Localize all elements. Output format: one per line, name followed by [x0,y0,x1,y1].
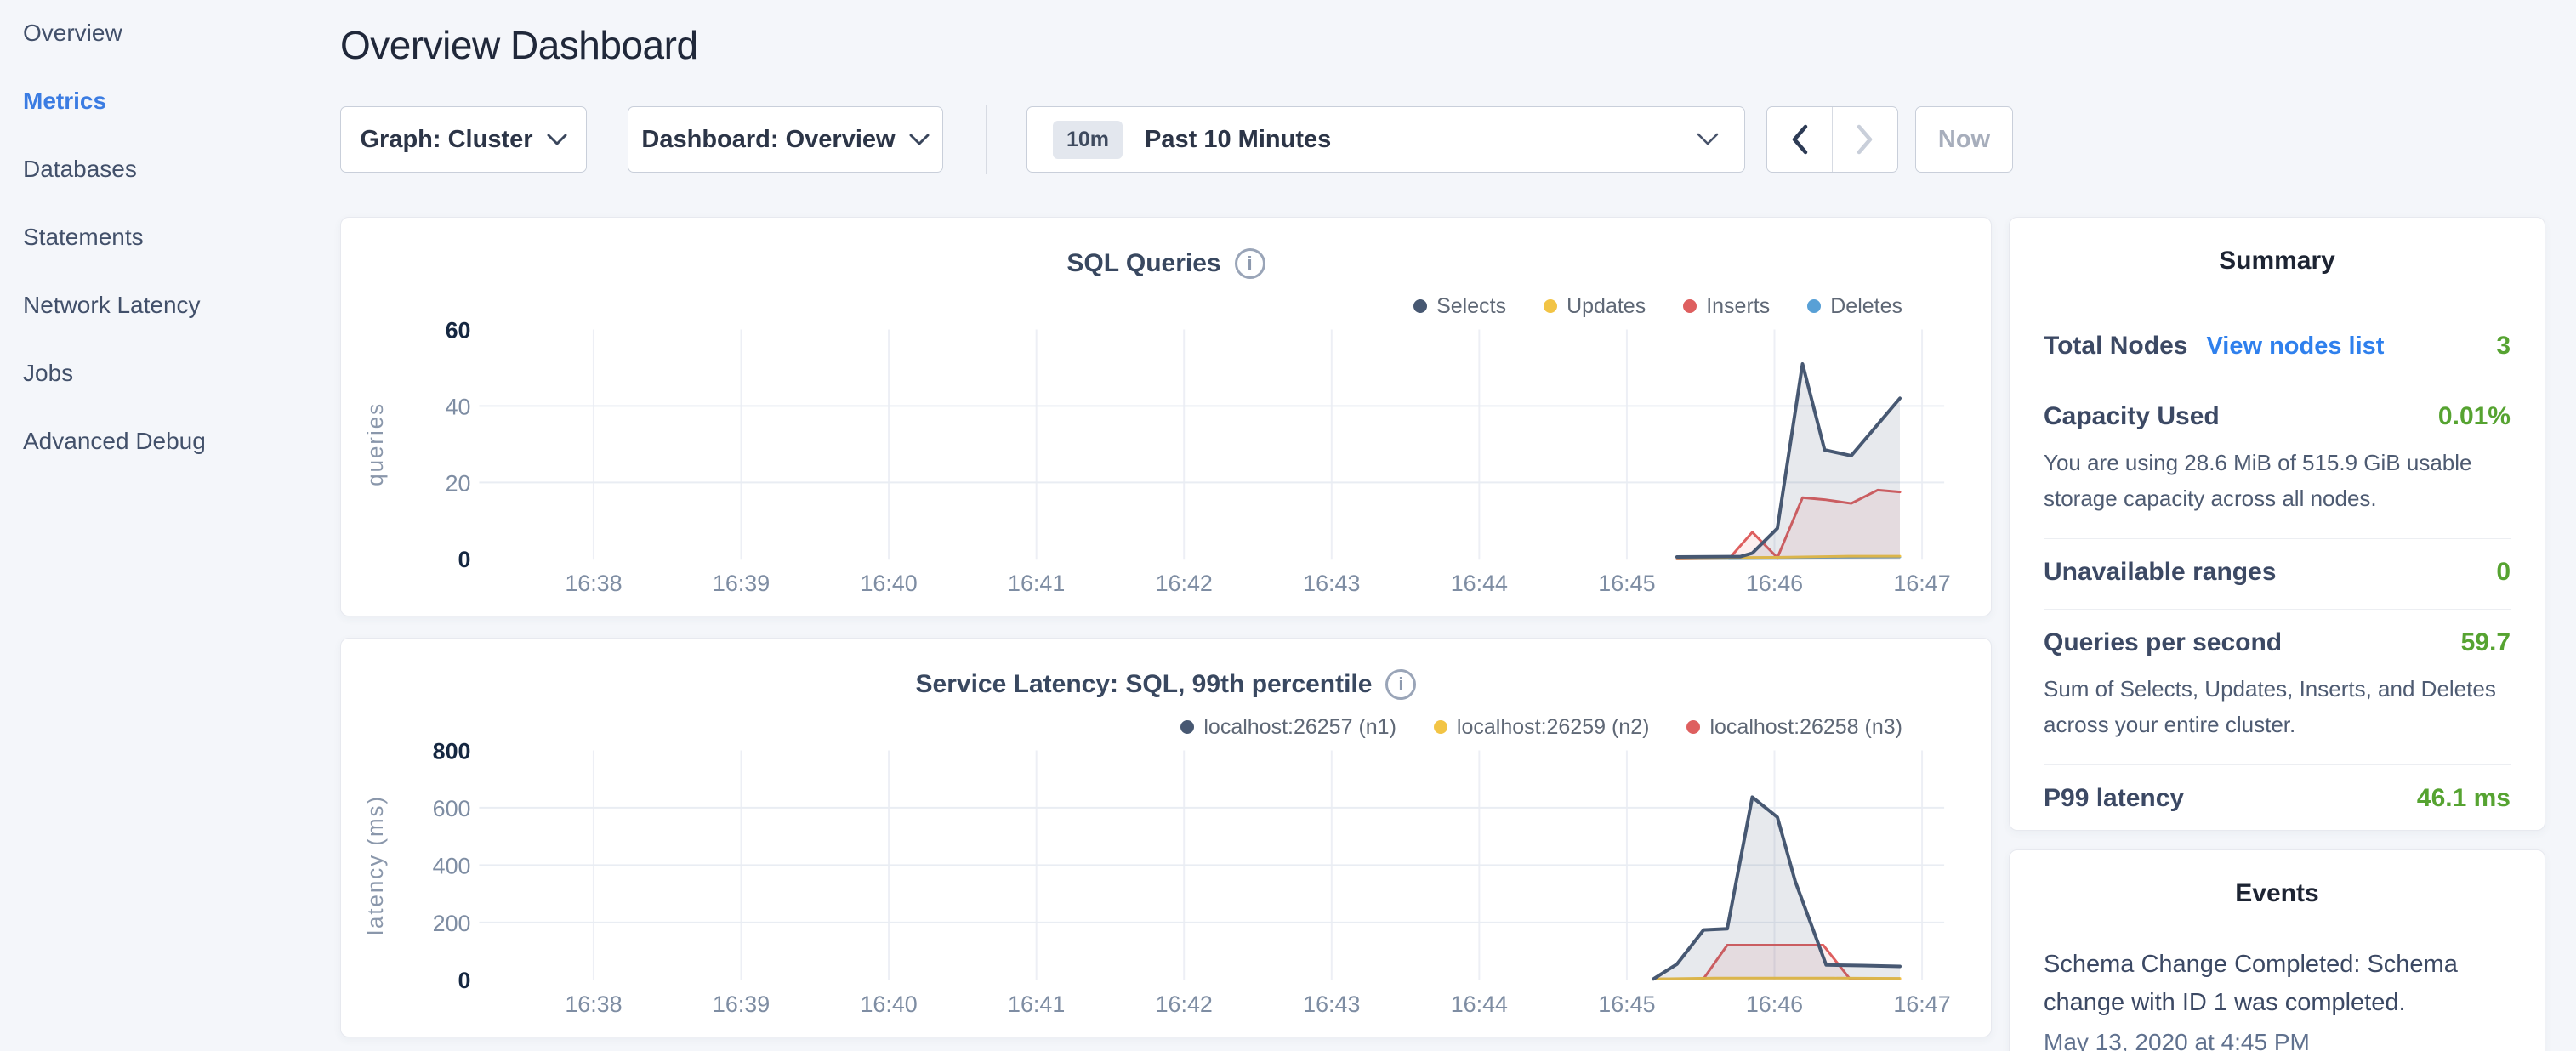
svg-text:16:46: 16:46 [1746,991,1803,1017]
chevron-right-icon [1855,123,1875,156]
svg-text:latency (ms): latency (ms) [364,795,388,935]
summary-row-queries-per-second: Queries per second 59.7 Sum of Selects, … [2044,609,2511,764]
chevron-down-icon [1697,133,1719,146]
svg-text:20: 20 [446,470,471,496]
summary-row-capacity-used: Capacity Used 0.01% You are using 28.6 M… [2044,383,2511,538]
sql-queries-chart-card: SQL Queries i SelectsUpdatesInsertsDelet… [340,217,1992,616]
summary-row-label: P99 latency [2044,784,2184,813]
graph-source-dropdown[interactable]: Graph: Cluster [340,106,587,173]
svg-text:16:43: 16:43 [1303,991,1360,1017]
time-step-control [1766,106,1898,173]
svg-text:16:45: 16:45 [1598,991,1655,1017]
sidebar-item-overview[interactable]: Overview [23,19,122,48]
svg-text:60: 60 [446,317,471,343]
event-list-item[interactable]: Schema Change Completed: Schema change w… [2044,946,2511,1051]
svg-text:16:41: 16:41 [1008,571,1065,596]
svg-text:16:45: 16:45 [1598,571,1655,596]
svg-text:0: 0 [458,547,471,572]
svg-text:16:42: 16:42 [1156,991,1213,1017]
summary-row-label: Queries per second [2044,628,2282,657]
svg-text:400: 400 [433,853,471,878]
service-latency-chart-card: Service Latency: SQL, 99th percentile i … [340,638,1992,1037]
svg-text:16:39: 16:39 [713,991,770,1017]
sql-queries-plot[interactable]: 16:38 16:39 16:40 16:41 16:42 16:43 16:44 16:45… [341,218,1991,616]
sidebar: Overview Metrics Databases Statements Ne… [0,0,340,1051]
summary-row-value: 0.01% [2438,402,2511,431]
chevron-left-icon [1789,123,1810,156]
summary-row-value: 46.1 ms [2417,784,2511,813]
svg-text:600: 600 [433,796,471,821]
svg-text:16:47: 16:47 [1893,991,1950,1017]
svg-text:16:41: 16:41 [1008,991,1065,1017]
svg-text:16:40: 16:40 [860,571,917,596]
sidebar-item-metrics[interactable]: Metrics [23,87,106,116]
sidebar-item-statements[interactable]: Statements [23,223,144,252]
summary-row-value: 3 [2496,332,2511,361]
time-range-dropdown[interactable]: 10m Past 10 Minutes [1026,106,1745,173]
svg-text:16:39: 16:39 [713,571,770,596]
svg-text:16:44: 16:44 [1451,991,1508,1017]
now-button-label: Now [1938,126,1990,154]
svg-text:16:42: 16:42 [1156,571,1213,596]
summary-row-total-nodes: Total Nodes View nodes list 3 [2044,313,2511,383]
summary-row-value: 0 [2496,558,2511,587]
view-nodes-list-link[interactable]: View nodes list [2206,332,2384,361]
events-panel: Events Schema Change Completed: Schema c… [2009,849,2545,1051]
svg-text:16:43: 16:43 [1303,571,1360,596]
chevron-down-icon [909,134,930,146]
svg-text:queries: queries [364,402,388,486]
summary-heading: Summary [2044,247,2511,276]
page-title: Overview Dashboard [340,22,698,68]
sidebar-item-databases[interactable]: Databases [23,155,137,184]
svg-text:16:38: 16:38 [565,991,622,1017]
event-text: Schema Change Completed: Schema change w… [2044,946,2511,1022]
summary-row-description: Sum of Selects, Updates, Inserts, and De… [2044,671,2511,742]
summary-row-label: Capacity Used [2044,402,2220,431]
sidebar-item-advanced-debug[interactable]: Advanced Debug [23,427,206,456]
svg-text:16:44: 16:44 [1451,571,1508,596]
sidebar-item-jobs[interactable]: Jobs [23,359,73,388]
svg-text:0: 0 [458,968,471,993]
now-button[interactable]: Now [1915,106,2013,173]
dashboard-dropdown[interactable]: Dashboard: Overview [628,106,943,173]
graph-source-dropdown-label: Graph: Cluster [360,126,532,154]
svg-text:16:46: 16:46 [1746,571,1803,596]
dashboard-dropdown-label: Dashboard: Overview [641,126,895,154]
summary-row-value: 59.7 [2461,628,2511,657]
svg-text:16:47: 16:47 [1893,571,1950,596]
time-window-badge: 10m [1053,121,1123,159]
svg-text:200: 200 [433,911,471,936]
toolbar-divider [986,105,987,174]
time-window-label: Past 10 Minutes [1145,126,1331,154]
summary-row-label: Unavailable ranges [2044,558,2276,587]
events-heading: Events [2044,879,2511,908]
summary-row-unavailable-ranges: Unavailable ranges 0 [2044,538,2511,609]
summary-row-description: You are using 28.6 MiB of 515.9 GiB usab… [2044,445,2511,516]
sidebar-item-network-latency[interactable]: Network Latency [23,291,201,320]
event-timestamp: May 13, 2020 at 4:45 PM [2044,1029,2511,1051]
summary-row-label: Total Nodes [2044,332,2187,361]
chevron-down-icon [547,134,567,146]
svg-text:16:40: 16:40 [860,991,917,1017]
summary-row-p99-latency: P99 latency 46.1 ms [2044,764,2511,835]
time-step-forward-button[interactable] [1833,107,1897,172]
svg-text:800: 800 [433,738,471,764]
svg-text:16:38: 16:38 [565,571,622,596]
summary-panel: Summary Total Nodes View nodes list 3 Ca… [2009,217,2545,831]
service-latency-plot[interactable]: 16:38 16:39 16:40 16:41 16:42 16:43 16:44 16:45… [341,639,1991,1037]
svg-text:40: 40 [446,394,471,419]
time-step-back-button[interactable] [1767,107,1832,172]
